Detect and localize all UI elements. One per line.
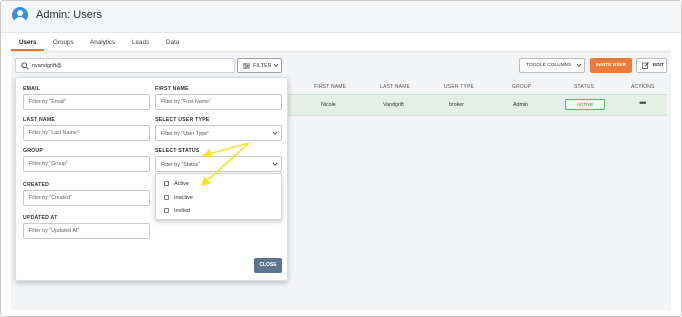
updated-at-filter-input[interactable] [23, 223, 150, 239]
tab-users[interactable]: Users [19, 39, 37, 46]
first-name-label: FIRST NAME [155, 86, 189, 92]
tab-data[interactable]: Data [166, 39, 179, 46]
user-avatar-icon [12, 7, 28, 23]
created-filter-input[interactable] [23, 190, 150, 206]
status-option-label: Active [174, 181, 189, 187]
tab-leads[interactable]: Leads [132, 39, 149, 46]
table-row[interactable]: Nicole Vandgrift broker Admin ACTIVE ••• [287, 94, 667, 116]
last-name-label: LAST NAME [23, 117, 56, 123]
column-header-actions: ACTIONS [631, 84, 655, 90]
user-type-select-value: Filter by "User Type" [161, 131, 210, 137]
search-input[interactable] [32, 61, 227, 71]
sliders-icon [243, 63, 250, 69]
cell-user-type: broker [449, 102, 465, 108]
email-filter-input[interactable] [23, 94, 150, 110]
tab-analytics[interactable]: Analytics [90, 39, 115, 46]
close-button[interactable]: CLOSE [254, 258, 282, 273]
column-header-user-type[interactable]: USER TYPE [444, 84, 474, 90]
cell-first-name: Nicole [321, 102, 336, 108]
page-title: Admin: Users [36, 9, 103, 21]
status-select-value: Filter by "Status" [161, 162, 201, 168]
status-badge: ACTIVE [565, 99, 605, 110]
tab-groups[interactable]: Groups [53, 39, 74, 46]
first-name-filter-input[interactable] [155, 94, 282, 110]
tab-bar: Users Groups Analytics Leads Data [11, 34, 671, 52]
status-select[interactable]: Filter by "Status" [155, 156, 282, 172]
column-header-group[interactable]: GROUP [512, 84, 531, 90]
invite-user-button[interactable]: INVITE USER [590, 58, 632, 73]
email-label: EMAIL [23, 86, 41, 92]
checkbox[interactable] [164, 181, 169, 186]
app-window: Admin: Users Users Groups Analytics Lead… [0, 0, 682, 317]
filter-button-label: FILTER [253, 63, 272, 69]
search-icon [21, 62, 29, 70]
column-header-status[interactable]: STATUS [574, 84, 594, 90]
user-type-select[interactable]: Filter by "User Type" [155, 125, 282, 141]
status-label: SELECT STATUS [155, 148, 200, 154]
status-dropdown: Active Inactive Invited [155, 173, 282, 220]
status-option-label: Inactive [174, 195, 193, 201]
table-header: FIRST NAME LAST NAME USER TYPE GROUP STA… [287, 80, 667, 94]
chevron-down-icon [273, 63, 279, 67]
user-type-label: SELECT USER TYPE [155, 117, 210, 123]
chevron-down-icon [272, 162, 278, 166]
checkbox[interactable] [164, 208, 169, 213]
chevron-down-icon [272, 131, 278, 135]
filter-button[interactable]: FILTER [237, 58, 282, 73]
toggle-columns-button[interactable]: TOGGLE COLUMNS [519, 58, 585, 73]
updated-at-label: UPDATED AT [23, 215, 58, 221]
edit-button-label: EDIT [653, 63, 664, 68]
status-option-label: Invited [174, 208, 191, 214]
group-label: GROUP [23, 148, 44, 154]
checkbox[interactable] [164, 195, 169, 200]
edit-button[interactable]: EDIT [636, 58, 667, 73]
column-header-last-name[interactable]: LAST NAME [380, 84, 410, 90]
page-header: Admin: Users [1, 1, 681, 33]
cell-group: Admin [513, 102, 529, 108]
edit-icon [642, 62, 649, 69]
column-header-first-name[interactable]: FIRST NAME [314, 84, 346, 90]
last-name-filter-input[interactable] [23, 125, 150, 141]
active-tab-indicator [11, 49, 44, 51]
cell-last-name: Vandgrift [383, 102, 404, 108]
row-actions-menu-icon[interactable]: ••• [639, 98, 647, 108]
group-filter-input[interactable] [23, 156, 150, 172]
toggle-columns-label: TOGGLE COLUMNS [526, 63, 572, 68]
search-box [15, 58, 235, 73]
chevron-down-icon [576, 63, 582, 67]
created-label: CREATED [23, 182, 50, 188]
